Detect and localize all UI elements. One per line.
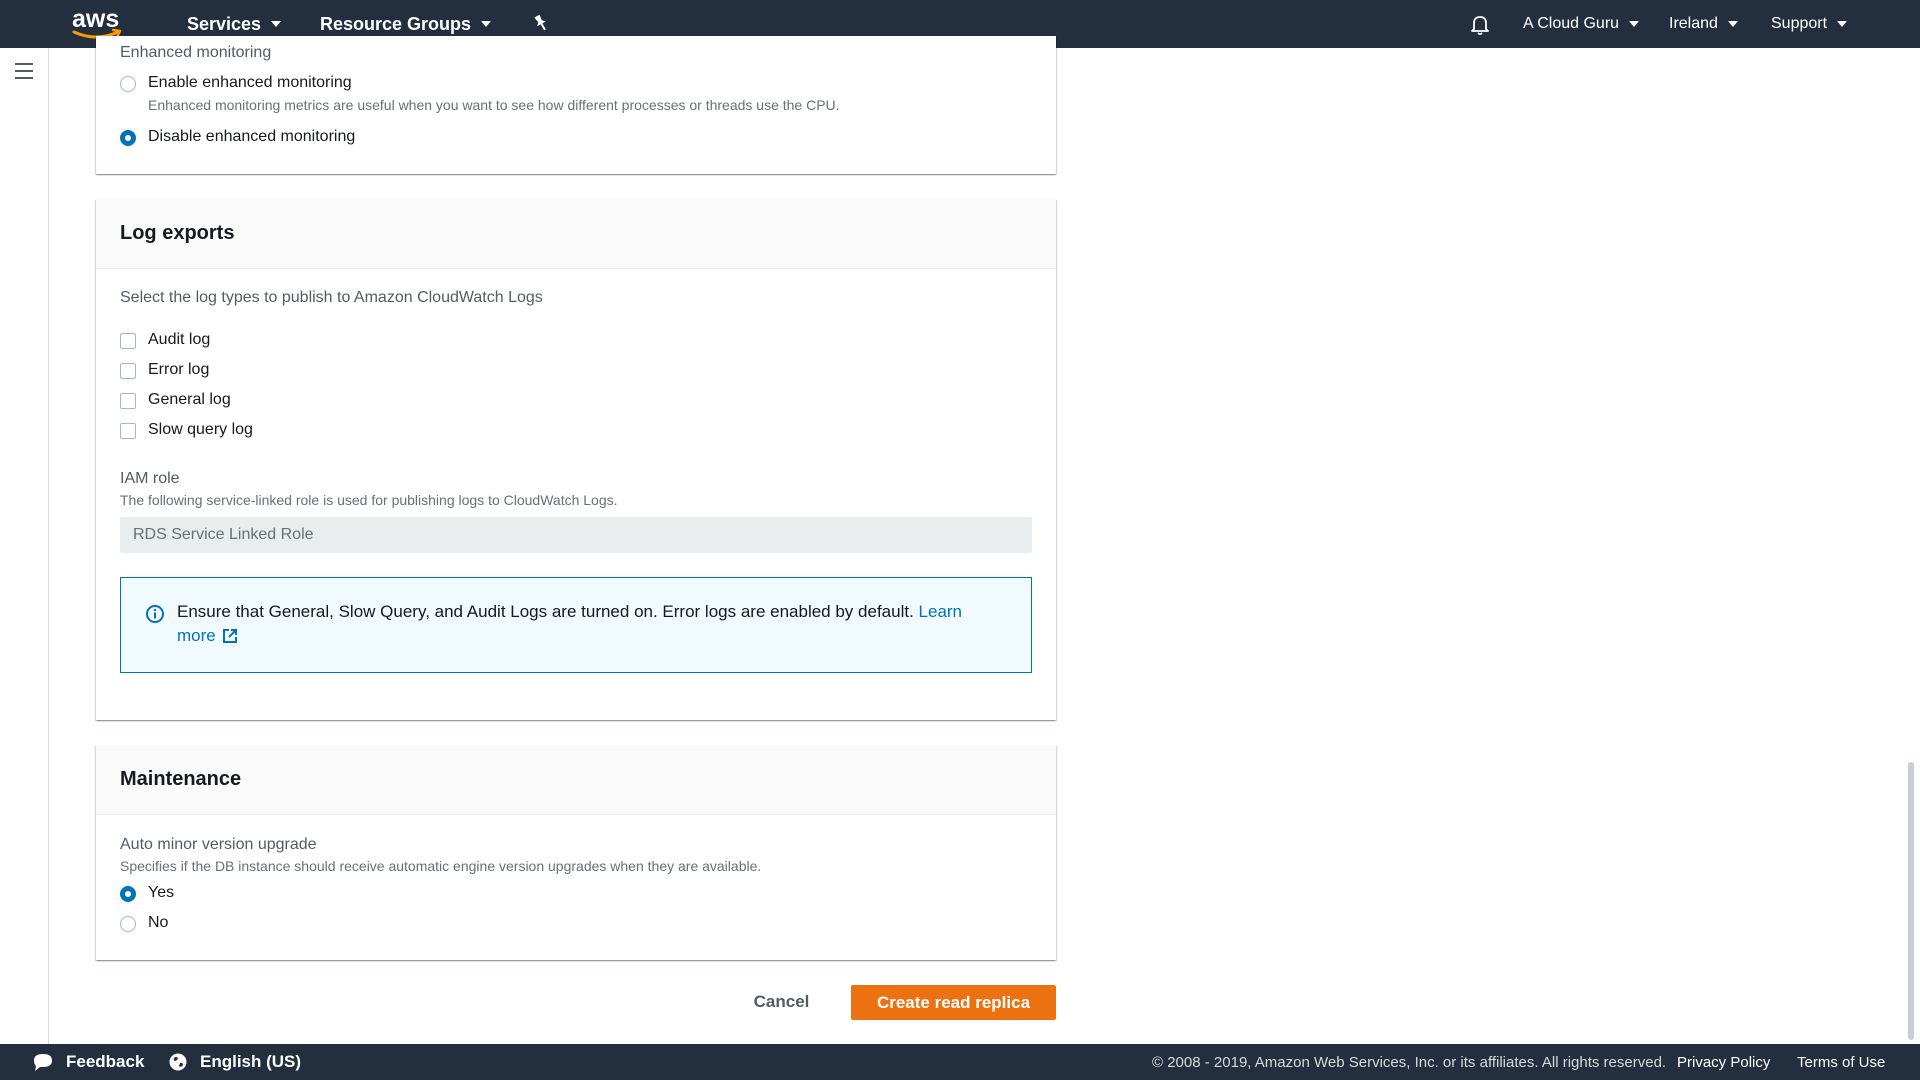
language-selector[interactable]: English (US): [168, 1044, 301, 1080]
resource-groups-label: Resource Groups: [320, 13, 472, 34]
log-exports-title: Log exports: [120, 222, 235, 244]
terms-of-use-link[interactable]: Terms of Use: [1797, 1044, 1885, 1080]
maintenance-title: Maintenance: [120, 768, 242, 790]
auto-upgrade-label: Auto minor version upgrade: [120, 836, 317, 853]
enhanced-monitoring-panel: Enhanced monitoring Enable enhanced moni…: [96, 36, 1056, 174]
privacy-policy-link[interactable]: Privacy Policy: [1677, 1044, 1770, 1080]
support-label: Support: [1771, 15, 1828, 32]
feedback-label: Feedback: [66, 1052, 145, 1071]
feedback-bubble-icon: [34, 1054, 52, 1071]
general-log-label[interactable]: General log: [148, 391, 231, 409]
chevron-down-icon: [271, 21, 282, 27]
enhanced-monitoring-label: Enhanced monitoring: [120, 44, 272, 61]
iam-role-description: The following service-linked role is use…: [120, 492, 618, 508]
audit-log-label[interactable]: Audit log: [148, 331, 210, 349]
chevron-down-icon: [1629, 21, 1640, 27]
slow-query-log-label[interactable]: Slow query log: [148, 421, 253, 439]
log-exports-panel: Log exports Select the log types to publ…: [96, 199, 1056, 720]
error-log-checkbox[interactable]: [120, 363, 136, 379]
log-exports-intro: Select the log types to publish to Amazo…: [120, 289, 543, 306]
error-log-label[interactable]: Error log: [148, 361, 209, 379]
auto-upgrade-no-radio[interactable]: [120, 916, 136, 932]
region-label: Ireland: [1669, 15, 1718, 32]
cancel-button[interactable]: Cancel: [744, 985, 819, 1019]
log-exports-header: Log exports: [96, 199, 1056, 269]
chevron-down-icon: [1837, 21, 1848, 27]
page-scrollbar[interactable]: [1908, 762, 1914, 1040]
language-label: English (US): [200, 1052, 302, 1071]
maintenance-panel: Maintenance Auto minor version upgrade S…: [96, 745, 1056, 960]
iam-role-value: RDS Service Linked Role: [133, 526, 314, 543]
iam-role-label: IAM role: [120, 470, 180, 487]
auto-upgrade-description: Specifies if the DB instance should rece…: [120, 858, 762, 874]
enable-monitoring-radio[interactable]: [120, 76, 136, 92]
info-alert-message: Ensure that General, Slow Query, and Aud…: [177, 602, 914, 621]
iam-role-field: RDS Service Linked Role: [120, 517, 1032, 553]
auto-upgrade-no-label[interactable]: No: [148, 914, 168, 932]
pin-icon[interactable]: [530, 12, 552, 34]
copyright-text: © 2008 - 2019, Amazon Web Services, Inc.…: [1152, 1053, 1667, 1071]
enable-monitoring-description: Enhanced monitoring metrics are useful w…: [148, 97, 840, 113]
menu-hamburger-icon[interactable]: [15, 63, 33, 79]
info-icon: [146, 605, 164, 623]
account-menu[interactable]: A Cloud Guru: [1523, 0, 1640, 48]
left-sidebar: [0, 48, 49, 1044]
external-link-icon: [222, 629, 237, 643]
chevron-down-icon: [1727, 21, 1738, 27]
auto-upgrade-yes-label[interactable]: Yes: [148, 884, 174, 902]
audit-log-checkbox[interactable]: [120, 333, 136, 349]
globe-icon: [169, 1053, 187, 1071]
account-label: A Cloud Guru: [1523, 15, 1620, 32]
chevron-down-icon: [481, 21, 492, 27]
general-log-checkbox[interactable]: [120, 393, 136, 409]
info-alert: Ensure that General, Slow Query, and Aud…: [120, 577, 1032, 673]
feedback-button[interactable]: Feedback: [32, 1044, 144, 1080]
maintenance-header: Maintenance: [96, 745, 1056, 815]
slow-query-log-checkbox[interactable]: [120, 423, 136, 439]
support-menu[interactable]: Support: [1771, 0, 1848, 48]
create-read-replica-button[interactable]: Create read replica: [851, 985, 1056, 1020]
notifications-bell-icon[interactable]: [1468, 12, 1492, 36]
auto-upgrade-yes-radio[interactable]: [120, 886, 136, 902]
region-menu[interactable]: Ireland: [1669, 0, 1738, 48]
footer: Feedback English (US) © 2008 - 2019, Ama…: [0, 1044, 1920, 1080]
enable-monitoring-label[interactable]: Enable enhanced monitoring: [148, 74, 352, 92]
info-alert-text: Ensure that General, Slow Query, and Aud…: [177, 600, 997, 648]
services-label: Services: [187, 13, 262, 34]
disable-monitoring-radio[interactable]: [120, 130, 136, 146]
disable-monitoring-label[interactable]: Disable enhanced monitoring: [148, 128, 355, 146]
